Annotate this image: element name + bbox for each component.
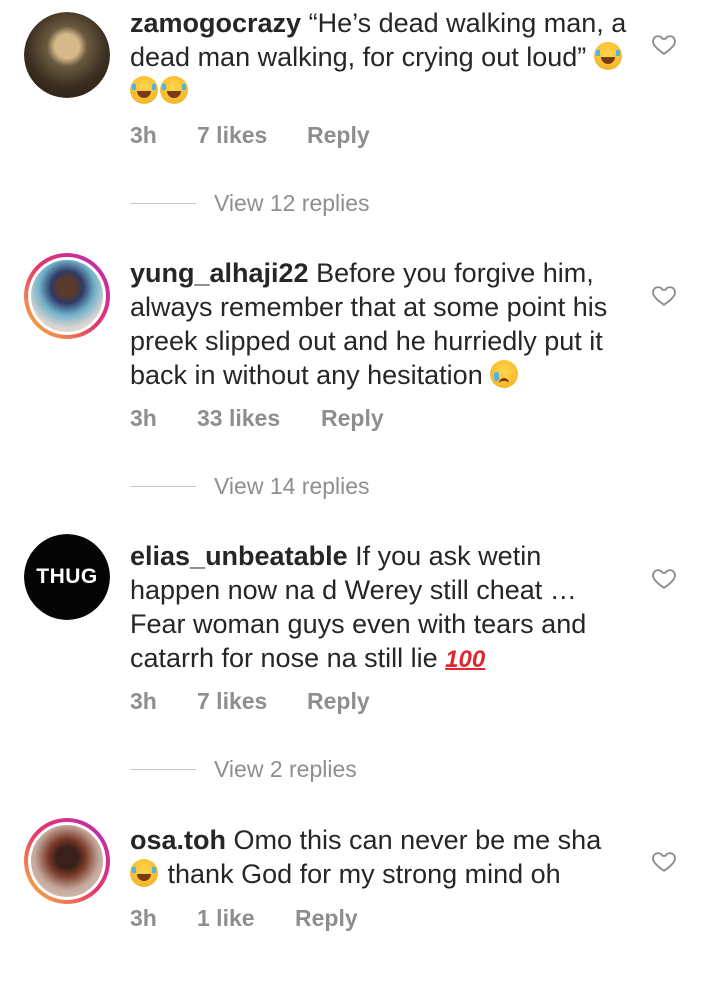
view-replies-button[interactable]: View 2 replies — [130, 756, 357, 783]
reply-button[interactable]: Reply — [295, 905, 358, 932]
avatar-photo — [28, 822, 106, 900]
view-replies-button[interactable]: View 12 replies — [130, 190, 370, 217]
comment-username[interactable]: osa.toh — [130, 825, 226, 855]
avatar[interactable] — [24, 12, 110, 98]
comment-time: 3h — [130, 122, 157, 148]
comment-likes[interactable]: 7 likes — [197, 122, 307, 149]
comment-likes[interactable]: 7 likes — [197, 688, 307, 715]
comment-username[interactable]: elias_unbeatable — [130, 541, 348, 571]
comment-time: 3h — [130, 905, 157, 931]
avatar-logo: THUG — [24, 534, 110, 620]
comment-text: Omo this can never be me sha — [233, 825, 602, 855]
heart-icon[interactable] — [651, 282, 677, 308]
comment-time: 3h — [130, 405, 157, 431]
view-replies-button-partial[interactable] — [130, 970, 214, 971]
avatar-text: THUG — [36, 565, 98, 588]
comment-text-block: zamogocrazy “He’s dead walking man, a de… — [130, 6, 630, 108]
comment-username[interactable]: yung_alhaji22 — [130, 258, 309, 288]
divider-line — [130, 203, 196, 204]
comment-meta: 3h 7 likes Reply — [130, 688, 370, 715]
hundred-points-emoji-icon: 100 — [445, 646, 486, 673]
comment-time: 3h — [130, 688, 157, 714]
divider-line — [130, 486, 196, 487]
avatar[interactable] — [24, 253, 110, 339]
comment-likes[interactable]: 1 like — [197, 905, 295, 932]
reply-button[interactable]: Reply — [321, 405, 384, 432]
reply-button[interactable]: Reply — [307, 688, 370, 715]
crying-emoji-icon — [490, 360, 519, 388]
comment-text-block: elias_unbeatable If you ask wetin happen… — [130, 539, 630, 677]
view-replies-button[interactable]: View 14 replies — [130, 473, 370, 500]
comment-meta: 3h 7 likes Reply — [130, 122, 370, 149]
view-replies-label: View 12 replies — [214, 190, 370, 216]
view-replies-label: View 2 replies — [214, 756, 357, 782]
reply-button[interactable]: Reply — [307, 122, 370, 149]
comment-text-block: osa.toh Omo this can never be me sha tha… — [130, 823, 630, 891]
avatar[interactable]: THUG — [24, 534, 110, 620]
avatar[interactable] — [24, 818, 110, 904]
comment-text-block: yung_alhaji22 Before you forgive him, al… — [130, 256, 630, 392]
comment-meta: 3h 1 like Reply — [130, 905, 358, 932]
comment-text-continued: thank God for my strong mind oh — [167, 859, 561, 889]
heart-icon[interactable] — [651, 848, 677, 874]
comment-username[interactable]: zamogocrazy — [130, 8, 301, 38]
laughing-emoji-icon — [130, 859, 158, 887]
divider-line — [130, 769, 196, 770]
comment-meta: 3h 33 likes Reply — [130, 405, 384, 432]
heart-icon[interactable] — [651, 31, 677, 57]
comment-likes[interactable]: 33 likes — [197, 405, 321, 432]
avatar-photo — [28, 257, 106, 335]
avatar-photo — [24, 12, 110, 98]
view-replies-label: View 14 replies — [214, 473, 370, 499]
heart-icon[interactable] — [651, 565, 677, 591]
